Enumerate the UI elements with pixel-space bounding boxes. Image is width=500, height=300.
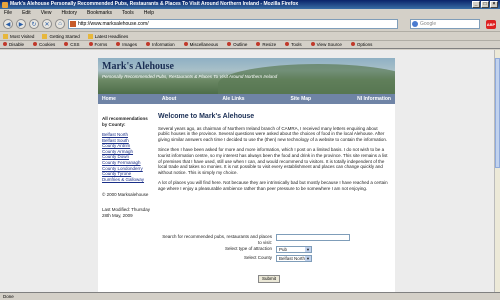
- site-banner: Mark's Alehouse Personally Recommended P…: [98, 58, 395, 94]
- search-row: Search for recommended pubs, restaurants…: [158, 234, 390, 245]
- menu-bookmarks[interactable]: Bookmarks: [87, 9, 112, 17]
- menu-edit[interactable]: Edit: [22, 9, 31, 17]
- nav-home-link[interactable]: Home: [102, 94, 116, 104]
- window-titlebar: Mark's Alehouse Personally Recommended P…: [0, 0, 500, 9]
- address-text: http://www.marksalehouse.com/: [78, 21, 149, 27]
- main-content: Welcome to Mark's Alehouse Several years…: [158, 113, 390, 197]
- county-selected-value: Belfast North: [279, 256, 306, 261]
- county-label: Select County: [243, 255, 272, 260]
- menu-history[interactable]: History: [61, 9, 77, 17]
- page-viewport: Mark's Alehouse Personally Recommended P…: [0, 50, 494, 292]
- bookmark-getting-started[interactable]: Getting Started: [42, 34, 79, 39]
- search-label: Search for recommended pubs, restaurants…: [162, 234, 272, 245]
- minimize-icon[interactable]: _: [472, 1, 480, 8]
- type-row: Select type of attraction Pub ▼: [158, 246, 390, 254]
- county-row: Select County Belfast North ▼: [158, 255, 390, 263]
- window-controls: _ □ ×: [472, 1, 498, 8]
- vertical-scrollbar[interactable]: [494, 50, 500, 292]
- sidebar-heading: All recommendations by County:: [102, 116, 148, 127]
- navigation-toolbar: ◀ ▶ ↻ ✕ ⌂ http://www.marksalehouse.com/ …: [0, 17, 500, 31]
- type-label: Select type of attraction: [224, 246, 272, 251]
- scrollbar-thumb[interactable]: [495, 58, 500, 168]
- site-page: Mark's Alehouse Personally Recommended P…: [98, 58, 395, 292]
- menu-bar: File Edit View History Bookmarks Tools H…: [0, 9, 500, 17]
- attraction-type-select[interactable]: Pub ▼: [276, 246, 312, 253]
- intro-paragraph: Several years ago, as chairman of Northe…: [158, 125, 388, 142]
- devtool-css[interactable]: CSS: [64, 42, 79, 47]
- firefox-icon: [2, 1, 8, 8]
- forward-icon[interactable]: ▶: [16, 19, 26, 29]
- menu-help[interactable]: Help: [144, 9, 154, 17]
- about-paragraph: Since then I have been asked for more an…: [158, 147, 388, 175]
- home-icon[interactable]: ⌂: [55, 19, 65, 29]
- site-tagline: Personally Recommended Pubs, Restaurants…: [102, 74, 278, 79]
- chevron-down-icon: ▼: [305, 247, 311, 252]
- bookmarks-toolbar: Most Visited Getting Started Latest Head…: [0, 31, 500, 40]
- adblock-icon[interactable]: ABP: [486, 20, 496, 29]
- devtool-options[interactable]: Options: [351, 42, 373, 47]
- devtool-tools[interactable]: Tools: [285, 42, 302, 47]
- google-icon: [412, 21, 418, 27]
- menu-view[interactable]: View: [41, 9, 52, 17]
- back-icon[interactable]: ◀: [3, 19, 13, 29]
- status-text: Done: [3, 294, 14, 299]
- nav-ale-links-link[interactable]: Ale Links: [222, 94, 244, 104]
- site-title: Mark's Alehouse: [102, 61, 174, 72]
- type-selected-value: Pub: [279, 247, 288, 252]
- nav-site-map-link[interactable]: Site Map: [291, 94, 312, 104]
- status-bar: Done: [0, 292, 500, 300]
- nav-about-link[interactable]: About: [162, 94, 176, 104]
- bookmark-most-visited[interactable]: Most Visited: [3, 34, 34, 39]
- search-input-field[interactable]: [276, 234, 350, 241]
- stop-icon[interactable]: ✕: [42, 19, 52, 29]
- note-paragraph: A lot of places you will find here. Not …: [158, 180, 388, 191]
- web-developer-toolbar: Disable Cookies CSS Forms Images Informa…: [0, 40, 500, 49]
- menu-file[interactable]: File: [4, 9, 12, 17]
- site-favicon-icon: [70, 21, 76, 27]
- nav-ni-information-link[interactable]: NI Information: [357, 94, 391, 104]
- window-title: Mark's Alehouse Personally Recommended P…: [10, 1, 299, 7]
- devtool-disable[interactable]: Disable: [3, 42, 24, 47]
- page-heading: Welcome to Mark's Alehouse: [158, 113, 255, 120]
- maximize-icon[interactable]: □: [481, 1, 489, 8]
- search-input[interactable]: Google: [410, 19, 480, 29]
- county-link[interactable]: Dumfries & Galloway: [102, 177, 152, 183]
- close-icon[interactable]: ×: [490, 1, 498, 8]
- copyright-text: © 2000 Marksalehouse: [102, 192, 149, 198]
- county-select[interactable]: Belfast North ▼: [276, 255, 312, 262]
- devtool-cookies[interactable]: Cookies: [33, 42, 55, 47]
- devtool-view-source[interactable]: View Source: [311, 42, 342, 47]
- address-bar[interactable]: http://www.marksalehouse.com/: [68, 19, 398, 29]
- county-sidebar: All recommendations by County: Belfast N…: [102, 116, 152, 219]
- reload-icon[interactable]: ↻: [29, 19, 39, 29]
- search-placeholder: Google: [420, 21, 437, 27]
- site-nav: Home About Ale Links Site Map NI Informa…: [98, 94, 395, 104]
- chevron-down-icon: ▼: [305, 256, 311, 261]
- menu-tools[interactable]: Tools: [122, 9, 134, 17]
- bookmark-latest-headlines[interactable]: Latest Headlines: [88, 34, 129, 39]
- devtool-forms[interactable]: Forms: [89, 42, 108, 47]
- devtool-outline[interactable]: Outline: [227, 42, 247, 47]
- devtool-images[interactable]: Images: [116, 42, 137, 47]
- devtool-information[interactable]: Information: [146, 42, 175, 47]
- devtool-miscellaneous[interactable]: Miscellaneous: [184, 42, 219, 47]
- devtool-resize[interactable]: Resize: [256, 42, 276, 47]
- last-modified-text: Last Modified: Thursday 28th May, 2009: [102, 207, 150, 218]
- submit-button[interactable]: Submit: [258, 275, 280, 283]
